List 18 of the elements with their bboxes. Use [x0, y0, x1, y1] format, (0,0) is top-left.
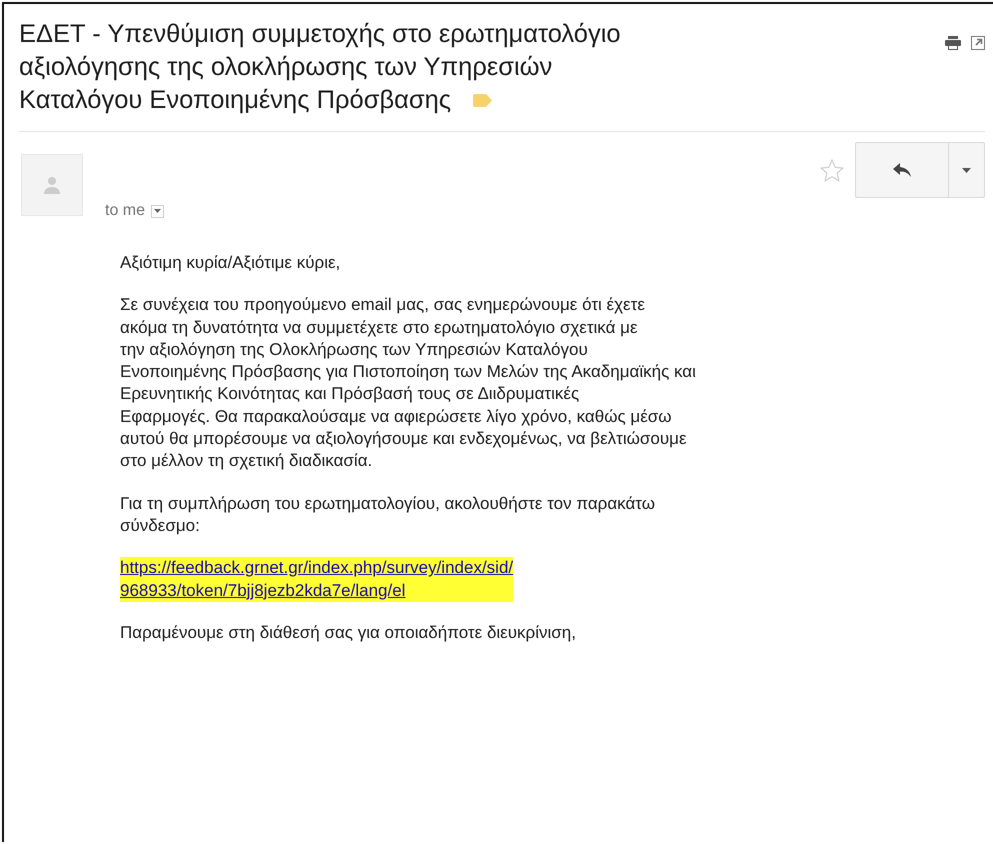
body-paragraph: Για τη συμπλήρωση του ερωτηματολογίου, ακολουθήστε τον παρακάτω σύνδεσμο: — [120, 492, 656, 537]
more-options-button[interactable] — [949, 142, 985, 198]
label-tag-icon[interactable] — [473, 94, 492, 107]
caret-icon — [154, 209, 162, 213]
new-window-icon[interactable] — [971, 36, 985, 50]
recipient-label: to me — [105, 202, 146, 220]
details-dropdown-button[interactable] — [151, 204, 164, 218]
caret-icon — [962, 168, 971, 172]
survey-link[interactable]: https://feedback.grnet.gr/index.php/survey/index/sid/ 968933/token/7bjj8jezb2kda7e/lang/el — [120, 557, 514, 602]
reply-icon — [893, 163, 911, 177]
sender-avatar — [21, 154, 83, 216]
email-subject: ΕΔΕΤ - Υπενθύμιση συμμετοχής στο ερωτηματολόγιο αξιολόγησης της ολοκλήρωσης των Υπηρεσιών Καταλόγου Ενοποιημένης Πρόσβασης — [19, 19, 621, 116]
reply-button[interactable] — [855, 142, 949, 198]
body-paragraph: Παραμένουμε στη διάθεσή σας για οποιαδήποτε διευκρίνιση, — [120, 622, 577, 644]
body-paragraph: Σε συνέχεια του προηγούμενο email μας, σας ενημερώνουμε ότι έχετε ακόμα τη δυνατότητα να συμμετέχετε στο ερωτηματολόγιο σχετικά με την αξιολόγηση της Ολοκλήρωσης των Υπηρεσιών Καταλόγου Ενοποιημένης Πρόσβασης για Πιστοποίηση των Μελών της Ακαδημαϊκής και Ερευνητικής Κοινότητας και Πρόσβασή τους σε Διιδρυματικές Εφαρμογές. Θα παρακαλούσαμε να αφιερώσετε λίγο χρόνο, καθώς μέσω αυτού θα μπορέσουμε να αξιολογήσουμε και ενδεχομένως, να βελτιώσουμε στο μέλλον τη σχετική διαδικασία. — [120, 294, 697, 472]
print-icon[interactable] — [945, 36, 961, 50]
body-paragraph: Αξιότιμη κυρία/Αξιότιμε κύριε, — [120, 252, 342, 274]
star-icon[interactable] — [819, 158, 845, 184]
